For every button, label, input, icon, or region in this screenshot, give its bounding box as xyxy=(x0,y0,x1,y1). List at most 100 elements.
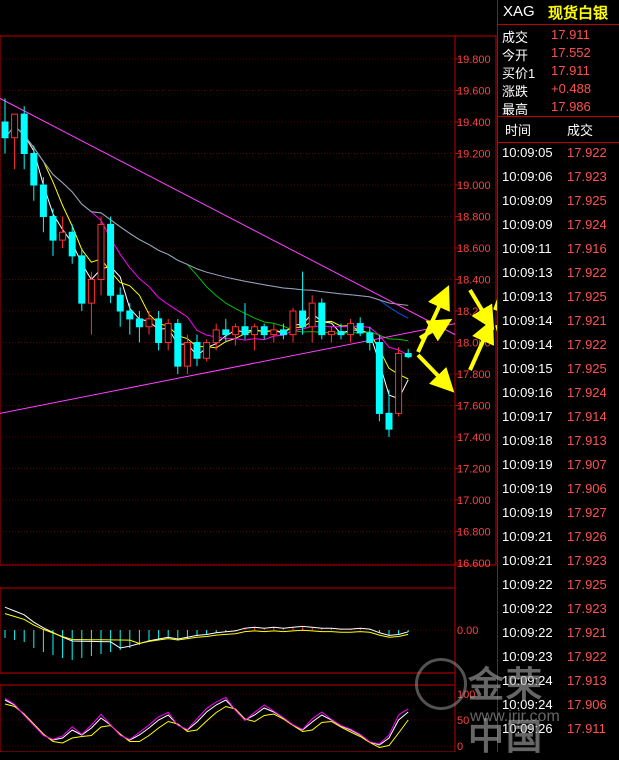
trade-price: 17.922 xyxy=(567,337,607,352)
trade-time: 10:09:16 xyxy=(502,385,553,400)
trade-price: 17.927 xyxy=(567,505,607,520)
trade-row: 10:09:16 17.924 xyxy=(498,382,619,406)
tick-label: 16.600 xyxy=(457,558,491,570)
candle-body xyxy=(212,329,220,343)
trade-price: 17.921 xyxy=(567,313,607,328)
trade-price: 17.916 xyxy=(567,241,607,256)
tick-label: 17.800 xyxy=(457,369,491,381)
trade-price: 17.914 xyxy=(567,409,607,424)
quote-label: 买价1 xyxy=(502,66,536,81)
candles xyxy=(1,98,412,437)
candle-body xyxy=(20,113,28,154)
trade-time: 10:09:05 xyxy=(502,145,553,160)
trade-price: 17.906 xyxy=(567,481,607,496)
candle-body xyxy=(11,113,19,139)
trade-row: 10:09:15 17.925 xyxy=(498,358,619,382)
tick-label: 17.000 xyxy=(457,495,491,507)
trade-row: 10:09:19 17.906 xyxy=(498,478,619,502)
candle-body xyxy=(308,302,316,328)
candle-body xyxy=(260,326,268,336)
trade-row: 10:09:22 17.925 xyxy=(498,574,619,598)
candle-body xyxy=(135,318,143,328)
trade-time: 10:09:13 xyxy=(502,265,553,280)
trade-row: 10:09:19 17.907 xyxy=(498,454,619,478)
tick-label: 17.600 xyxy=(457,401,491,413)
trade-price: 17.922 xyxy=(567,265,607,280)
trade-row: 10:09:19 17.927 xyxy=(498,502,619,526)
macd-dea-line xyxy=(4,613,409,645)
trade-row: 10:09:17 17.914 xyxy=(498,406,619,430)
watermark: 金荣中国 www.jrjr.com xyxy=(400,652,570,757)
trade-row: 10:09:14 17.921 xyxy=(498,310,619,334)
oscillator-frame xyxy=(0,684,456,752)
candle-body xyxy=(251,326,259,336)
candle-body xyxy=(375,342,383,414)
tick-label: 18.800 xyxy=(457,212,491,224)
candle-body xyxy=(337,330,345,336)
candle-body xyxy=(87,279,95,304)
trade-price: 17.907 xyxy=(567,457,607,472)
header-price: 成交 xyxy=(567,123,594,138)
trade-time: 10:09:09 xyxy=(502,217,553,232)
trade-row: 10:09:22 17.923 xyxy=(498,598,619,622)
candle-body xyxy=(174,323,182,367)
trade-time: 10:09:09 xyxy=(502,193,553,208)
trade-price: 17.913 xyxy=(567,673,607,688)
quote-label: 今开 xyxy=(502,48,529,63)
quote-panel: XAG 现货白银 成交 17.911 今开 17.552 买价1 17.911 涨跌 +… xyxy=(497,0,619,752)
candle-body xyxy=(203,342,211,359)
trade-row: 10:09:09 17.924 xyxy=(498,214,619,238)
trade-row: 10:09:09 17.925 xyxy=(498,190,619,214)
trade-time: 10:09:15 xyxy=(502,361,553,376)
trade-row: 10:09:22 17.921 xyxy=(498,622,619,646)
quote-row: 成交 17.911 xyxy=(498,27,619,46)
macd-dif-line xyxy=(4,606,409,649)
main-panel-frame xyxy=(0,35,497,566)
osc-k-line xyxy=(4,699,409,746)
trade-row: 10:09:21 17.923 xyxy=(498,550,619,574)
trade-price: 17.925 xyxy=(567,577,607,592)
trade-price: 17.922 xyxy=(567,649,607,664)
trade-time: 10:09:14 xyxy=(502,313,553,328)
macd-zero-label: 0.00 xyxy=(457,625,478,637)
trade-row: 10:09:18 17.913 xyxy=(498,430,619,454)
trade-time: 10:09:18 xyxy=(502,433,553,448)
symbol-name: 现货白银 xyxy=(548,5,609,22)
lower-trendline xyxy=(0,323,456,414)
quote-label: 涨跌 xyxy=(502,84,529,99)
candle-body xyxy=(404,353,412,358)
quote-value: 17.911 xyxy=(551,63,590,78)
candle-body xyxy=(347,323,355,336)
trade-time: 10:09:13 xyxy=(502,289,553,304)
trade-row: 10:09:05 17.922 xyxy=(498,142,619,166)
trades-header: 时间 成交 xyxy=(498,116,619,143)
trade-row: 10:09:13 17.925 xyxy=(498,286,619,310)
trade-price: 17.925 xyxy=(567,193,607,208)
candle-body xyxy=(164,323,172,344)
candle-body xyxy=(59,231,67,241)
watermark-logo-icon xyxy=(415,658,467,710)
trade-time: 10:09:22 xyxy=(502,601,553,616)
candle-body xyxy=(193,342,201,359)
quote-row: 今开 17.552 xyxy=(498,45,619,64)
trendlines xyxy=(0,97,456,414)
candle-body xyxy=(145,318,153,328)
candle-body xyxy=(78,255,86,304)
quote-value: 17.911 xyxy=(551,27,590,42)
candle-body xyxy=(299,310,307,328)
candle-body xyxy=(289,310,297,336)
candle-body xyxy=(68,231,76,257)
candle-body xyxy=(318,302,326,336)
trade-time: 10:09:17 xyxy=(502,409,553,424)
trade-time: 10:09:14 xyxy=(502,337,553,352)
chart-grid xyxy=(0,35,497,752)
trade-row: 10:09:06 17.923 xyxy=(498,166,619,190)
candle-body xyxy=(126,310,134,320)
trade-price: 17.925 xyxy=(567,289,607,304)
tick-label: 19.000 xyxy=(457,180,491,192)
quote-row: 买价1 17.911 xyxy=(498,63,619,82)
candle-body xyxy=(116,294,124,312)
candle-body xyxy=(385,412,393,430)
candle-body xyxy=(183,342,191,367)
trade-price: 17.925 xyxy=(567,361,607,376)
